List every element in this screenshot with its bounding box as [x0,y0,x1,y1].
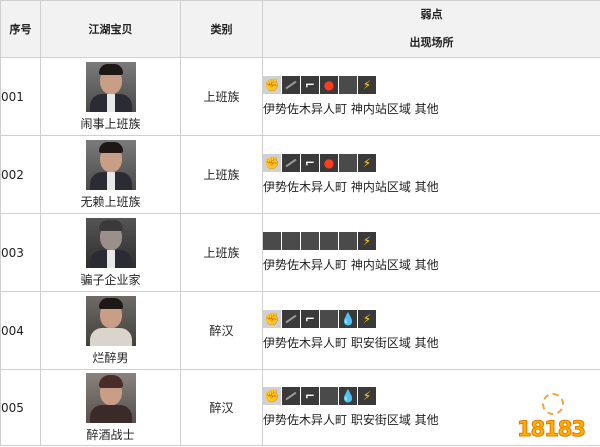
fist-icon: ✊ [263,154,281,172]
blade-icon [282,76,300,94]
row-id: 004 [0,291,41,370]
watermark-text: 18183 [516,417,586,442]
header-weakness-location: 弱点 出现场所 [262,0,600,58]
enemy-portrait [85,372,136,423]
header-weakness: 弱点 [420,8,443,21]
enemy-category: 上班族 [180,135,263,214]
treasure-cell: 烂醉男 [40,291,181,370]
row-id: 003 [0,213,41,292]
row-id: 005 [0,369,41,446]
enemy-name: 烂醉男 [92,350,129,365]
watermark-ring-icon [542,393,564,415]
gun-icon: ⌐ [301,387,319,405]
fire-icon: ● [320,154,338,172]
enemy-portrait [85,139,136,190]
lightning-icon: ⚡ [358,232,376,250]
lightning-icon: ⚡ [358,76,376,94]
water-icon: 💧 [339,310,357,328]
gun-icon: ⌐ [301,310,319,328]
blank-icon [320,310,338,328]
header-category: 类别 [180,0,263,58]
weakness-location-cell: ✊ ⌐ ● ⚡ 伊势佐木异人町 神内站区域 其他 [262,57,600,136]
fist-icon: ✊ [263,387,281,405]
blank-icon [339,154,357,172]
treasure-cell: 醉酒战士 [40,369,181,446]
lightning-icon: ⚡ [358,387,376,405]
lightning-icon: ⚡ [358,154,376,172]
enemy-portrait [85,295,136,346]
weakness-icons: ✊ ⌐ ● ⚡ [263,76,600,94]
header-treasure: 江湖宝贝 [40,0,181,58]
enemy-category: 醉汉 [180,369,263,446]
enemy-location: 伊势佐木异人町 神内站区域 其他 [263,102,439,116]
weakness-icons: ✊ ⌐ ● ⚡ [263,154,600,172]
treasure-cell: 闹事上班族 [40,57,181,136]
enemy-category: 上班族 [180,213,263,292]
table-header: 序号 江湖宝贝 类别 弱点 出现场所 [0,0,600,58]
gun-icon: ⌐ [301,154,319,172]
table-row: 003 骗子企业家 上班族 ⚡ 伊势佐木异人町 神内站区域 其他 [0,213,600,292]
treasure-cell: 骗子企业家 [40,213,181,292]
weakness-icons: ⚡ [263,232,600,250]
gun-icon: ⌐ [301,76,319,94]
weakness-location-cell: ⚡ 伊势佐木异人町 神内站区域 其他 [262,213,600,292]
weakness-icons: ✊ ⌐ 💧 ⚡ [263,310,600,328]
table-row: 005 醉酒战士 醉汉 ✊ ⌐ 💧 ⚡ 伊势佐木异人町 职安街区域 其他 [0,369,600,446]
blade-icon [282,154,300,172]
water-icon: 💧 [339,387,357,405]
enemy-name: 闹事上班族 [80,116,141,131]
weakness-location-cell: ✊ ⌐ ● ⚡ 伊势佐木异人町 神内站区域 其他 [262,135,600,214]
blank-icon [339,76,357,94]
blank-icon [320,387,338,405]
blank-icon [301,232,319,250]
treasure-cell: 无赖上班族 [40,135,181,214]
enemy-location: 伊势佐木异人町 神内站区域 其他 [263,180,439,194]
enemy-name: 醉酒战士 [86,427,135,442]
header-id: 序号 [0,0,41,58]
enemy-category: 醉汉 [180,291,263,370]
fist-icon: ✊ [263,310,281,328]
blank-icon [263,232,281,250]
enemy-location: 伊势佐木异人町 神内站区域 其他 [263,258,439,272]
weakness-location-cell: ✊ ⌐ 💧 ⚡ 伊势佐木异人町 职安街区域 其他 [262,291,600,370]
blank-icon [320,232,338,250]
site-watermark-logo: 18183 [516,393,587,442]
blade-icon [282,310,300,328]
blank-icon [339,232,357,250]
enemy-location: 伊势佐木异人町 职安街区域 其他 [263,336,439,350]
table-row: 001 闹事上班族 上班族 ✊ ⌐ ● ⚡ 伊势佐木异人町 神内站区域 其他 [0,57,600,136]
enemy-name: 骗子企业家 [80,272,141,287]
fist-icon: ✊ [263,76,281,94]
row-id: 002 [0,135,41,214]
blade-icon [282,387,300,405]
enemy-portrait [85,217,136,268]
table-body: 001 闹事上班族 上班族 ✊ ⌐ ● ⚡ 伊势佐木异人町 神内站区域 其他 0… [0,57,600,446]
enemy-name: 无赖上班族 [80,194,141,209]
enemy-category: 上班族 [180,57,263,136]
fire-icon: ● [320,76,338,94]
table-row: 004 烂醉男 醉汉 ✊ ⌐ 💧 ⚡ 伊势佐木异人町 职安街区域 其他 [0,291,600,370]
row-id: 001 [0,57,41,136]
enemy-table: 序号 江湖宝贝 类别 弱点 出现场所 001 闹事上班族 上班族 ✊ ⌐ ● ⚡… [0,0,600,446]
header-location: 出现场所 [409,36,454,49]
lightning-icon: ⚡ [358,310,376,328]
enemy-portrait [85,61,136,112]
blank-icon [282,232,300,250]
table-row: 002 无赖上班族 上班族 ✊ ⌐ ● ⚡ 伊势佐木异人町 神内站区域 其他 [0,135,600,214]
